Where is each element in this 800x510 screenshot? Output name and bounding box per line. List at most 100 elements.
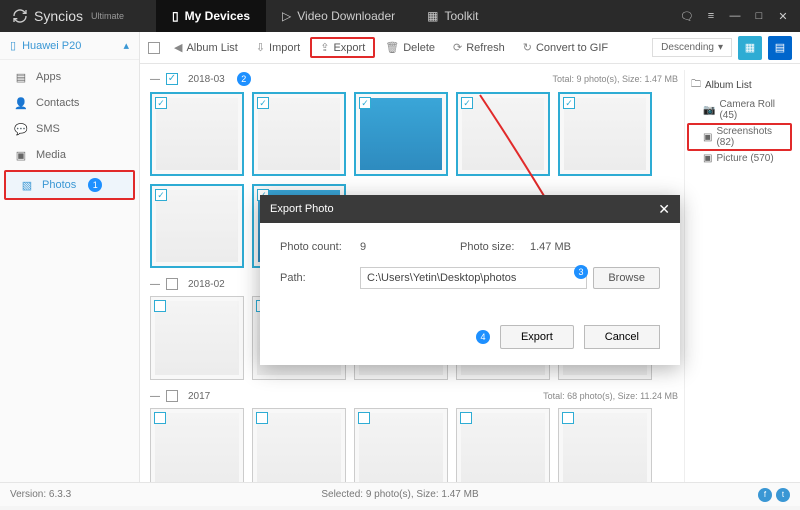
minimize-icon[interactable]: — (724, 5, 746, 27)
version-label: Version: 6.3.3 (10, 489, 71, 500)
album-panel: 🗀 Album List 📷Camera Roll (45) ▣Screensho… (684, 70, 794, 482)
view-mode-grid[interactable]: ▤ (768, 36, 792, 60)
collapse-icon[interactable]: — (150, 391, 160, 402)
album-picture[interactable]: ▣Picture (570) (687, 151, 792, 166)
sort-dropdown[interactable]: Descending▾ (652, 38, 732, 57)
photo-thumb[interactable]: ✓ (354, 92, 448, 176)
browse-button[interactable]: Browse (593, 267, 660, 289)
album-list-title: Album List (705, 80, 752, 91)
photo-count-value: 9 (360, 241, 420, 253)
status-bar: Version: 6.3.3 Selected: 9 photo(s), Siz… (0, 482, 800, 506)
import-icon: ⇩ (256, 41, 265, 54)
nav-my-devices[interactable]: ▯ My Devices (156, 0, 266, 32)
twitter-icon[interactable]: t (776, 488, 790, 502)
photo-thumb[interactable]: ✓ (252, 92, 346, 176)
collapse-icon[interactable]: — (150, 279, 160, 290)
folder-icon: 🗀 (691, 77, 701, 94)
brand-edition: Ultimate (91, 11, 124, 21)
maximize-icon[interactable]: □ (748, 5, 770, 27)
back-icon: ◀ (174, 41, 182, 54)
brand: Syncios Ultimate (0, 8, 136, 24)
path-label: Path: (280, 272, 360, 284)
step-badge-2: 2 (237, 72, 251, 86)
export-photo-dialog: Export Photo ✕ Photo count: 9 Photo size… (260, 195, 680, 365)
photo-thumb[interactable] (252, 408, 346, 482)
refresh-button[interactable]: ⟳Refresh (445, 37, 513, 58)
photo-thumb[interactable] (150, 408, 244, 482)
media-icon: ▣ (14, 148, 28, 162)
photo-size-value: 1.47 MB (530, 241, 590, 253)
nav-video-downloader[interactable]: ▷ Video Downloader (266, 0, 411, 32)
select-all-checkbox[interactable] (148, 42, 160, 54)
section-info: Total: 68 photo(s), Size: 11.24 MB (543, 391, 678, 401)
caret-down-icon: ▾ (718, 42, 723, 53)
menu-icon[interactable]: ≡ (700, 5, 722, 27)
dialog-title: Export Photo (270, 203, 334, 215)
sms-icon: 💬 (14, 122, 28, 136)
collapse-icon[interactable]: — (150, 74, 160, 85)
titlebar: Syncios Ultimate ▯ My Devices ▷ Video Do… (0, 0, 800, 32)
photo-thumb[interactable] (354, 408, 448, 482)
path-input[interactable] (360, 267, 587, 289)
photo-thumb[interactable] (558, 408, 652, 482)
step-badge-3: 3 (574, 265, 588, 279)
photo-icon: ▧ (20, 178, 34, 192)
photo-thumb[interactable]: ✓ (150, 92, 244, 176)
convert-gif-button[interactable]: ↻Convert to GIF (515, 37, 616, 58)
dialog-cancel-button[interactable]: Cancel (584, 325, 660, 349)
sync-icon (12, 8, 28, 24)
section-label: 2018-02 (188, 279, 225, 290)
image-icon: ▣ (703, 153, 712, 164)
caret-up-icon: ▴ (123, 39, 129, 52)
section-checkbox[interactable] (166, 390, 178, 402)
device-selector[interactable]: ▯ Huawei P20 ▴ (0, 32, 139, 60)
photo-thumb[interactable]: ✓ (558, 92, 652, 176)
photo-count-label: Photo count: (280, 241, 360, 253)
export-button[interactable]: ⇪Export (310, 37, 375, 58)
nav-toolkit[interactable]: ▦ Toolkit (411, 0, 494, 32)
export-icon: ⇪ (320, 41, 329, 54)
section-2017: — 2017 Total: 68 photo(s), Size: 11.24 M… (150, 388, 678, 482)
photo-size-label: Photo size: (460, 241, 530, 253)
play-icon: ▷ (282, 9, 291, 23)
section-checkbox[interactable] (166, 278, 178, 290)
facebook-icon[interactable]: f (758, 488, 772, 502)
album-list-button[interactable]: ◀Album List (166, 37, 246, 58)
album-screenshots[interactable]: ▣Screenshots (82) (687, 123, 792, 151)
trash-icon: 🗑 (385, 41, 399, 54)
step-badge-4: 4 (476, 330, 490, 344)
selection-status: Selected: 9 photo(s), Size: 1.47 MB (321, 489, 478, 500)
section-label: 2017 (188, 391, 210, 402)
phone-icon: ▯ (10, 39, 16, 52)
photo-thumb[interactable] (456, 408, 550, 482)
dialog-close-icon[interactable]: ✕ (658, 201, 670, 218)
photo-thumb[interactable]: ✓ (150, 184, 244, 268)
chat-icon[interactable]: 🗨 (676, 5, 698, 27)
import-button[interactable]: ⇩Import (248, 37, 308, 58)
sidebar-item-photos[interactable]: ▧ Photos 1 (4, 170, 135, 200)
user-icon: 👤 (14, 96, 28, 110)
view-mode-calendar[interactable]: ▦ (738, 36, 762, 60)
toolbar: ◀Album List ⇩Import ⇪Export 🗑Delete ⟳Ref… (140, 32, 800, 64)
refresh-icon: ⟳ (453, 41, 462, 54)
apps-icon: ▤ (14, 70, 28, 84)
album-camera-roll[interactable]: 📷Camera Roll (45) (687, 97, 792, 123)
phone-icon: ▯ (172, 9, 179, 23)
delete-button[interactable]: 🗑Delete (377, 37, 443, 58)
photo-thumb[interactable] (150, 296, 244, 380)
sidebar-item-sms[interactable]: 💬SMS (0, 116, 139, 142)
convert-icon: ↻ (523, 41, 532, 54)
section-checkbox[interactable]: ✓ (166, 73, 178, 85)
sidebar-item-apps[interactable]: ▤Apps (0, 64, 139, 90)
dialog-export-button[interactable]: Export (500, 325, 574, 349)
step-badge-1: 1 (88, 178, 102, 192)
section-info: Total: 9 photo(s), Size: 1.47 MB (552, 74, 678, 84)
close-icon[interactable]: ✕ (772, 5, 794, 27)
sidebar-item-media[interactable]: ▣Media (0, 142, 139, 168)
brand-name: Syncios (34, 8, 83, 24)
photo-thumb[interactable]: ✓ (456, 92, 550, 176)
sidebar-item-contacts[interactable]: 👤Contacts (0, 90, 139, 116)
camera-icon: 📷 (703, 105, 715, 116)
image-icon: ▣ (703, 132, 712, 143)
section-label: 2018-03 (188, 74, 225, 85)
